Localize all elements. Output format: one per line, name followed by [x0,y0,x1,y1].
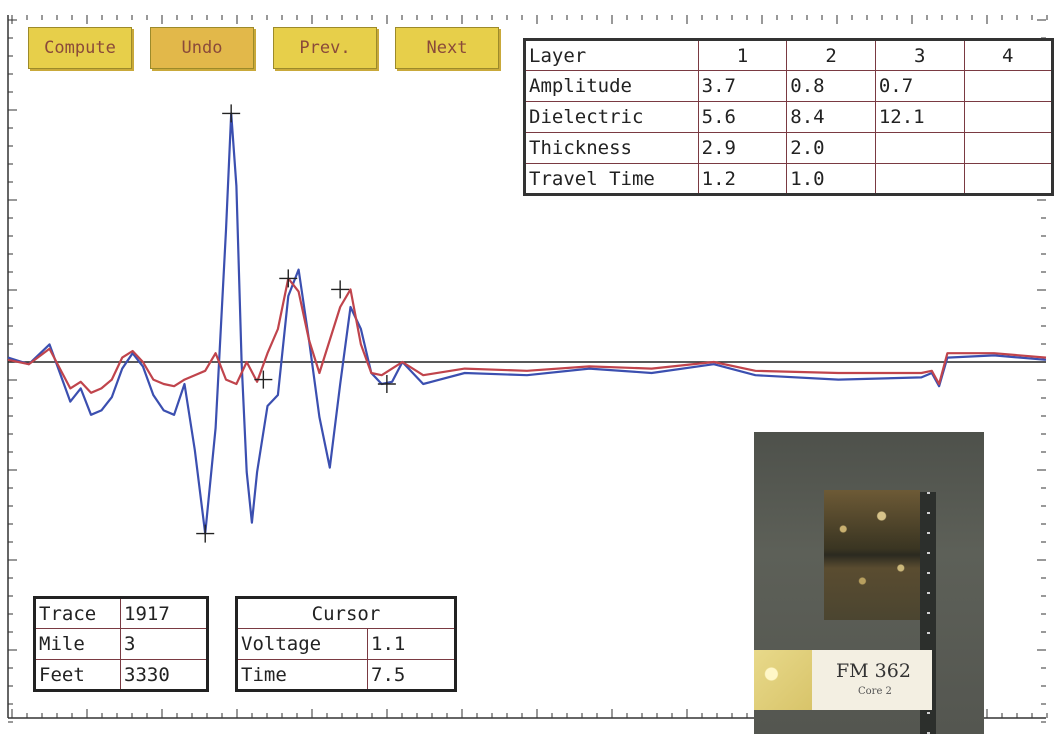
layer-table: Layer 1 2 3 4 Amplitude 3.7 0.8 0.7 Diel… [523,38,1054,196]
cursor-title: Cursor [236,597,456,629]
travel-time-cell-4 [963,163,1054,195]
dielectric-cell-1: 5.6 [697,101,788,133]
layer-col-3: 3 [874,39,965,71]
next-button[interactable]: Next [395,27,499,69]
trace-label: Trace [34,597,121,629]
time-value: 7.5 [367,659,456,691]
table-row: Thickness 2.9 2.0 [524,132,1054,164]
travel-time-cell-1: 1.2 [697,163,788,195]
table-row: Trace 1917 [34,597,208,629]
table-row: Mile 3 [34,628,208,660]
layer-header-label: Layer [524,39,699,71]
row-label-thickness: Thickness [524,132,699,164]
dielectric-cell-2: 8.4 [786,101,876,133]
core-sample-image [824,490,920,620]
thickness-cell-3 [874,132,965,164]
sand-sample-image [754,650,812,710]
peak-marker[interactable] [196,524,215,543]
cursor-header-row: Cursor [236,597,456,629]
table-row: Feet 3330 [34,659,208,691]
row-label-travel-time: Travel Time [524,163,699,195]
core-sample-photo: FM 362 Core 2 [754,432,984,734]
table-row: Amplitude 3.7 0.8 0.7 [524,70,1054,102]
table-row: Voltage 1.1 [236,628,456,660]
layer-col-4: 4 [963,39,1054,71]
thickness-cell-1: 2.9 [697,132,788,164]
table-row: Dielectric 5.6 8.4 12.1 [524,101,1054,133]
trace-value: 1917 [120,597,208,629]
voltage-label: Voltage [236,628,368,660]
core-sublabel-text: Core 2 [858,686,892,697]
core-label-text: FM 362 [836,660,911,682]
dielectric-cell-3: 12.1 [874,101,965,133]
dielectric-cell-4 [963,101,1054,133]
prev-button[interactable]: Prev. [273,27,377,69]
thickness-cell-2: 2.0 [786,132,876,164]
amplitude-cell-3: 0.7 [874,70,965,102]
row-label-amplitude: Amplitude [524,70,699,102]
voltage-value: 1.1 [367,628,456,660]
travel-time-cell-2: 1.0 [786,163,876,195]
undo-button[interactable]: Undo [150,27,254,69]
amplitude-cell-1: 3.7 [697,70,788,102]
time-label: Time [236,659,368,691]
compute-button[interactable]: Compute [28,27,132,69]
layer-col-1: 1 [697,39,788,71]
travel-time-cell-3 [874,163,965,195]
feet-value: 3330 [120,659,208,691]
thickness-cell-4 [963,132,1054,164]
peak-marker[interactable] [254,370,273,389]
table-row: Travel Time 1.2 1.0 [524,163,1054,195]
mile-value: 3 [120,628,208,660]
feet-label: Feet [34,659,121,691]
amplitude-cell-2: 0.8 [786,70,876,102]
trace-info-table: Trace 1917 Mile 3 Feet 3330 [33,596,209,692]
mile-label: Mile [34,628,121,660]
layer-header-row: Layer 1 2 3 4 [524,39,1054,71]
table-row: Time 7.5 [236,659,456,691]
amplitude-cell-4 [963,70,1054,102]
peak-marker[interactable] [222,104,241,123]
layer-col-2: 2 [786,39,876,71]
row-label-dielectric: Dielectric [524,101,699,133]
cursor-info-table: Cursor Voltage 1.1 Time 7.5 [235,596,457,692]
marker-layer [196,104,396,543]
